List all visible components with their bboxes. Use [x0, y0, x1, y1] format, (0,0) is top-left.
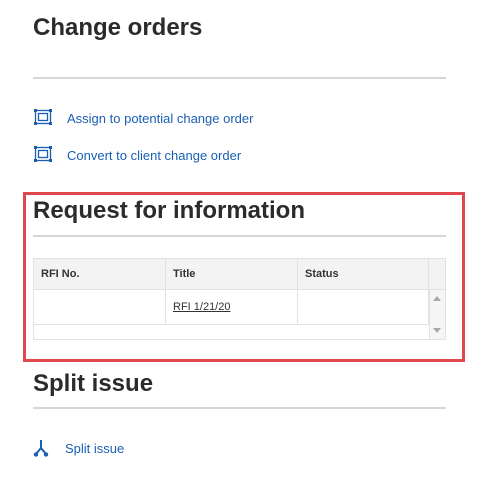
column-header-status[interactable]: Status — [298, 259, 429, 289]
rfi-row-status — [298, 290, 429, 325]
change-order-icon — [33, 145, 53, 165]
split-icon — [33, 438, 49, 458]
assign-to-potential-change-order-label: Assign to potential change order — [67, 110, 254, 126]
assign-to-potential-change-order-link[interactable]: Assign to potential change order — [33, 108, 253, 128]
column-header-rfi-no[interactable]: RFI No. — [34, 259, 166, 289]
rfi-table-scrollbar[interactable] — [429, 290, 445, 339]
split-issue-divider — [33, 407, 446, 409]
rfi-row-title-cell: RFI 1/21/20 — [166, 290, 298, 325]
split-issue-label: Split issue — [65, 440, 125, 456]
column-header-title[interactable]: Title — [166, 259, 298, 289]
scroll-up-icon[interactable] — [433, 296, 441, 301]
convert-to-client-change-order-link[interactable]: Convert to client change order — [33, 145, 241, 165]
scroll-down-icon[interactable] — [433, 328, 441, 333]
rfi-title-link[interactable]: RFI 1/21/20 — [173, 301, 230, 313]
rfi-row-rfi-no — [34, 290, 166, 325]
rfi-table: RFI No. Title Status RFI 1/21/20 — [33, 258, 446, 340]
rfi-title: Request for information — [33, 197, 306, 224]
change-orders-divider — [33, 77, 446, 79]
rfi-divider — [33, 235, 446, 237]
convert-to-client-change-order-label: Convert to client change order — [67, 147, 242, 163]
split-issue-link[interactable]: Split issue — [33, 438, 124, 458]
change-order-icon — [33, 108, 53, 128]
change-orders-title: Change orders — [33, 14, 203, 41]
split-issue-title: Split issue — [33, 370, 154, 397]
